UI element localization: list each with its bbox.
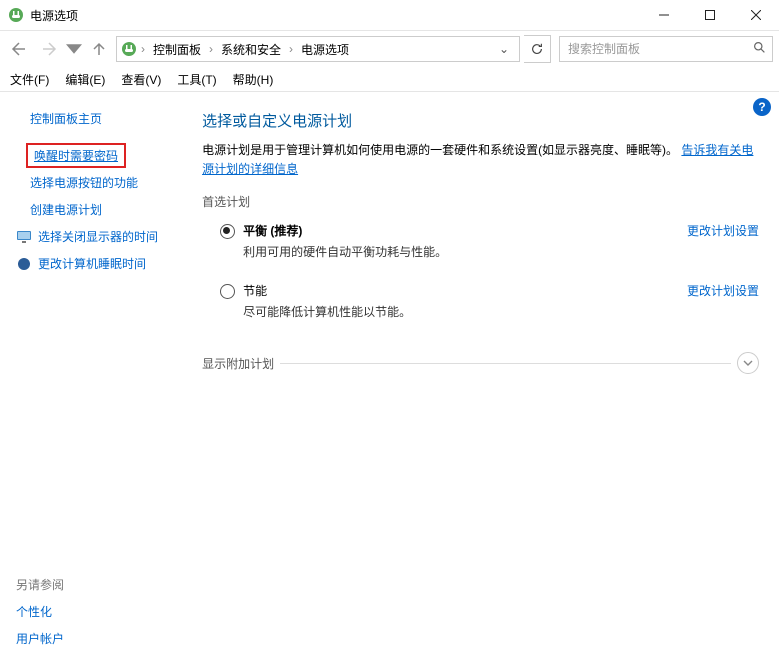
sidebar-personalization[interactable]: 个性化 [16, 599, 64, 624]
nav-row: › 控制面板 › 系统和安全 › 电源选项 ⌄ [0, 31, 779, 67]
breadcrumb-seg-2[interactable]: 系统和安全 [217, 41, 285, 58]
see-also-header: 另请参阅 [16, 572, 64, 597]
monitor-icon [16, 229, 32, 245]
refresh-button[interactable] [524, 35, 551, 63]
sidebar-see-also: 另请参阅 个性化 用户帐户 [16, 572, 64, 651]
chevron-right-icon: › [139, 42, 147, 56]
power-plug-icon [121, 41, 137, 57]
forward-button[interactable] [36, 36, 62, 62]
minimize-button[interactable] [641, 0, 687, 30]
plan-name-balanced: 平衡 (推荐) [243, 222, 677, 239]
power-plug-icon [8, 7, 24, 23]
sidebar-require-password[interactable]: 唤醒时需要密码 [34, 149, 118, 163]
plan-radio-balanced[interactable] [220, 224, 235, 239]
additional-plans-label: 显示附加计划 [202, 355, 274, 372]
breadcrumb[interactable]: › 控制面板 › 系统和安全 › 电源选项 ⌄ [116, 36, 520, 62]
recent-dropdown[interactable] [66, 36, 82, 62]
sidebar-display-off-label: 选择关闭显示器的时间 [38, 228, 158, 245]
plan-desc-saver: 尽可能降低计算机性能以节能。 [243, 303, 677, 320]
sidebar-user-accounts[interactable]: 用户帐户 [16, 626, 64, 651]
maximize-button[interactable] [687, 0, 733, 30]
change-settings-balanced[interactable]: 更改计划设置 [687, 222, 759, 239]
plan-row-saver: 节能 尽可能降低计算机性能以节能。 更改计划设置 [202, 278, 759, 324]
breadcrumb-seg-1[interactable]: 控制面板 [149, 41, 205, 58]
sidebar: 控制面板主页 唤醒时需要密码 选择电源按钮的功能 创建电源计划 选择关闭显示器的… [0, 92, 188, 663]
breadcrumb-seg-3[interactable]: 电源选项 [297, 41, 353, 58]
sidebar-create-plan[interactable]: 创建电源计划 [16, 197, 188, 222]
plan-radio-saver[interactable] [220, 284, 235, 299]
window-title: 电源选项 [30, 7, 78, 24]
plan-name-saver: 节能 [243, 282, 677, 299]
menu-edit[interactable]: 编辑(E) [65, 71, 105, 88]
divider [280, 363, 731, 364]
menubar: 文件(F) 编辑(E) 查看(V) 工具(T) 帮助(H) [0, 67, 779, 92]
page-title: 选择或自定义电源计划 [202, 110, 759, 131]
plan-row-balanced: 平衡 (推荐) 利用可用的硬件自动平衡功耗与性能。 更改计划设置 [202, 218, 759, 264]
chevron-down-icon[interactable]: ⌄ [493, 42, 515, 56]
chevron-right-icon: › [207, 42, 215, 56]
sidebar-sleep-time-label: 更改计算机睡眠时间 [38, 255, 146, 272]
plan-desc-balanced: 利用可用的硬件自动平衡功耗与性能。 [243, 243, 677, 260]
up-button[interactable] [86, 36, 112, 62]
sidebar-require-password-highlight: 唤醒时需要密码 [26, 143, 126, 168]
additional-plans-header: 显示附加计划 [202, 352, 759, 374]
search-icon[interactable] [753, 41, 766, 57]
expand-additional-button[interactable] [737, 352, 759, 374]
moon-icon [16, 256, 32, 272]
titlebar: 电源选项 [0, 0, 779, 31]
main-panel: ? 选择或自定义电源计划 电源计划是用于管理计算机如何使用电源的一套硬件和系统设… [188, 92, 779, 663]
sidebar-power-button[interactable]: 选择电源按钮的功能 [16, 170, 188, 195]
menu-view[interactable]: 查看(V) [121, 71, 161, 88]
menu-tools[interactable]: 工具(T) [177, 71, 216, 88]
content-area: 控制面板主页 唤醒时需要密码 选择电源按钮的功能 创建电源计划 选择关闭显示器的… [0, 92, 779, 663]
preferred-plans-header: 首选计划 [202, 193, 759, 210]
back-button[interactable] [6, 36, 32, 62]
sidebar-home[interactable]: 控制面板主页 [16, 106, 188, 131]
menu-help[interactable]: 帮助(H) [233, 71, 274, 88]
help-icon[interactable]: ? [753, 98, 771, 116]
close-button[interactable] [733, 0, 779, 30]
sidebar-sleep-time[interactable]: 更改计算机睡眠时间 [16, 251, 188, 276]
sidebar-display-off[interactable]: 选择关闭显示器的时间 [16, 224, 188, 249]
menu-file[interactable]: 文件(F) [10, 71, 49, 88]
search-box[interactable] [559, 36, 773, 62]
search-input[interactable] [566, 41, 749, 57]
change-settings-saver[interactable]: 更改计划设置 [687, 282, 759, 299]
chevron-right-icon: › [287, 42, 295, 56]
description-text: 电源计划是用于管理计算机如何使用电源的一套硬件和系统设置(如显示器亮度、睡眠等)… [202, 143, 678, 157]
page-description: 电源计划是用于管理计算机如何使用电源的一套硬件和系统设置(如显示器亮度、睡眠等)… [202, 141, 759, 179]
